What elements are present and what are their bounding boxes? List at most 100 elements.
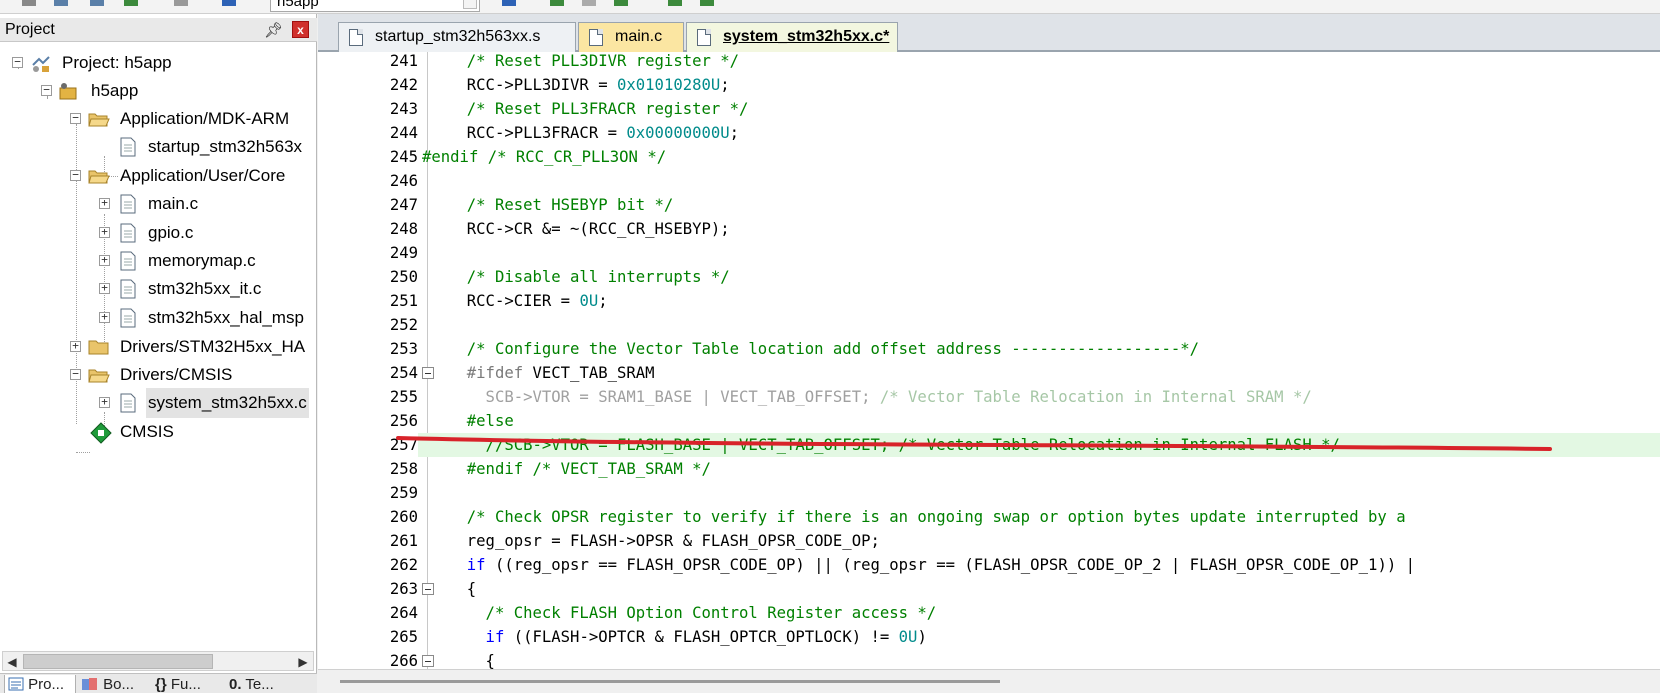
collapse-icon[interactable]: − <box>70 368 81 380</box>
code-line[interactable]: 252 <box>318 313 1660 337</box>
code-line[interactable]: 248 RCC->CR &= ~(RCC_CR_HSEBYP); <box>318 217 1660 241</box>
code-line[interactable]: 246 <box>318 169 1660 193</box>
expand-icon[interactable]: + <box>99 254 110 266</box>
scroll-thumb[interactable] <box>340 680 1000 683</box>
toolbar-icon[interactable] <box>698 0 716 10</box>
collapse-icon[interactable]: − <box>12 56 23 68</box>
toolbar-icon[interactable] <box>612 0 630 10</box>
collapse-icon[interactable]: − <box>70 169 81 181</box>
code-line[interactable]: 251 RCC->CIER = 0U; <box>318 289 1660 313</box>
line-number: 266 <box>389 652 418 669</box>
scroll-thumb[interactable] <box>23 654 213 669</box>
tree-file-main[interactable]: + main.c <box>0 189 317 219</box>
code-line[interactable]: 249 <box>318 241 1660 265</box>
tree-group-drivers-cmsis[interactable]: − Drivers/CMSIS <box>0 360 317 390</box>
toolbar-icon[interactable] <box>548 0 566 10</box>
tree-node-target[interactable]: − h5app <box>0 76 317 106</box>
collapse-icon[interactable]: − <box>41 84 52 96</box>
expand-icon[interactable]: + <box>99 197 110 209</box>
file-icon <box>589 29 603 46</box>
line-number: 247 <box>389 196 418 214</box>
tree-component-cmsis[interactable]: CMSIS <box>0 417 317 447</box>
tree-file-it[interactable]: + stm32h5xx_it.c <box>0 274 317 304</box>
tree-file-startup[interactable]: startup_stm32h563x <box>0 132 317 162</box>
code-line[interactable]: 245 #endif /* RCC_CR_PLL3ON */ <box>318 145 1660 169</box>
tree-file-system[interactable]: + system_stm32h5xx.c <box>0 388 317 418</box>
scroll-right-icon[interactable]: ▶ <box>295 654 311 670</box>
code-line[interactable]: 244 RCC->PLL3FRACR = 0x00000000U; <box>318 121 1660 145</box>
fold-toggle-icon[interactable] <box>422 367 434 379</box>
toolbar-icon[interactable] <box>20 0 38 10</box>
toolbar-icon[interactable] <box>666 0 684 10</box>
code-line[interactable]: 255 SCB->VTOR = SRAM1_BASE | VECT_TAB_OF… <box>318 385 1660 409</box>
close-panel-button[interactable]: x <box>292 21 309 38</box>
code-line[interactable]: 250 /* Disable all interrupts */ <box>318 265 1660 289</box>
code-line[interactable]: 253 /* Configure the Vector Table locati… <box>318 337 1660 361</box>
tree-file-hal-msp[interactable]: + stm32h5xx_hal_msp <box>0 303 317 333</box>
code-line[interactable]: 266 { <box>318 649 1660 669</box>
expand-icon[interactable]: + <box>99 226 110 238</box>
code-line[interactable]: 258 #endif /* VECT_TAB_SRAM */ <box>318 457 1660 481</box>
toolbar-icon[interactable] <box>580 0 598 10</box>
scroll-left-icon[interactable]: ◀ <box>4 654 20 670</box>
code-line[interactable]: 260 /* Check OPSR register to verify if … <box>318 505 1660 529</box>
code-text: /* Reset HSEBYP bit */ <box>448 196 674 214</box>
code-line[interactable]: 242 RCC->PLL3DIVR = 0x01010280U; <box>318 73 1660 97</box>
tree-group-drivers-hal[interactable]: + Drivers/STM32H5xx_HA <box>0 332 317 362</box>
tab-system-file[interactable]: system_stm32h5xx.c* <box>686 22 898 52</box>
books-tab-icon <box>82 678 97 690</box>
code-line[interactable]: 247 /* Reset HSEBYP bit */ <box>318 193 1660 217</box>
code-line[interactable]: 256 #else <box>318 409 1660 433</box>
collapse-icon[interactable]: − <box>70 112 81 124</box>
code-line[interactable]: 243 /* Reset PLL3FRACR register */ <box>318 97 1660 121</box>
line-number: 248 <box>389 220 418 238</box>
toolbar-icon[interactable] <box>172 0 190 10</box>
project-hscrollbar[interactable]: ◀ ▶ <box>2 651 314 671</box>
tree-group-user-core[interactable]: − Application/User/Core <box>0 161 317 191</box>
tab-templates[interactable]: 0. Te... <box>226 675 296 693</box>
code-line[interactable]: 262 if ((reg_opsr == FLASH_OPSR_CODE_OP)… <box>318 553 1660 577</box>
code-line[interactable]: 257 //SCB->VTOR = FLASH_BASE | VECT_TAB_… <box>318 433 1660 457</box>
tab-functions[interactable]: {} Fu... <box>152 675 222 693</box>
expand-icon[interactable]: + <box>70 340 81 352</box>
code-line[interactable]: 265 if ((FLASH->OPTCR & FLASH_OPTCR_OPTL… <box>318 625 1660 649</box>
fold-toggle-icon[interactable] <box>422 583 434 595</box>
tree-file-memorymap[interactable]: + memorymap.c <box>0 246 317 276</box>
code-text: RCC->PLL3DIVR = 0x01010280U; <box>448 76 730 94</box>
code-line[interactable]: 261 reg_opsr = FLASH->OPSR & FLASH_OPSR_… <box>318 529 1660 553</box>
target-select[interactable]: h5app <box>270 0 480 12</box>
fold-toggle-icon[interactable] <box>422 655 434 667</box>
editor-hscrollbar[interactable] <box>318 669 1660 693</box>
tab-startup-file[interactable]: startup_stm32h563xx.s <box>338 22 576 52</box>
tab-project[interactable]: Pro... <box>4 675 76 693</box>
expand-icon[interactable]: + <box>99 311 110 323</box>
line-number: 263 <box>389 580 418 598</box>
toolbar-icon[interactable] <box>122 0 140 10</box>
code-line[interactable]: 241 /* Reset PLL3DIVR register */ <box>318 52 1660 73</box>
code-line[interactable]: 254 #ifdef VECT_TAB_SRAM <box>318 361 1660 385</box>
expand-icon[interactable]: + <box>99 396 110 408</box>
toolbar-icon[interactable] <box>220 0 238 10</box>
target-icon <box>58 81 78 101</box>
code-editor[interactable]: 241 /* Reset PLL3DIVR register */242 RCC… <box>318 52 1660 669</box>
expand-icon[interactable]: + <box>99 282 110 294</box>
tree-file-gpio[interactable]: + gpio.c <box>0 218 317 248</box>
tab-main-c[interactable]: main.c <box>578 22 684 52</box>
chevron-down-icon[interactable] <box>463 0 477 9</box>
tab-label: system_stm32h5xx.c* <box>723 28 890 45</box>
pin-icon[interactable]: 📌︎ <box>264 21 283 39</box>
code-line[interactable]: 264 /* Check FLASH Option Control Regist… <box>318 601 1660 625</box>
project-tree: − Project: h5app − h5app − Application/M… <box>0 48 317 648</box>
tree-group-mdk-arm[interactable]: − Application/MDK-ARM <box>0 104 317 134</box>
file-icon <box>119 194 139 214</box>
line-number: 250 <box>389 268 418 286</box>
code-text: RCC->CIER = 0U; <box>448 292 608 310</box>
tab-books[interactable]: Bo... <box>78 675 148 693</box>
code-line[interactable]: 259 <box>318 481 1660 505</box>
toolbar-icon[interactable] <box>88 0 106 10</box>
code-line[interactable]: 263 { <box>318 577 1660 601</box>
tree-node-project[interactable]: − Project: h5app <box>0 48 317 78</box>
toolbar-icon[interactable] <box>500 0 518 10</box>
code-text: #endif /* RCC_CR_PLL3ON */ <box>422 148 667 166</box>
toolbar-icon[interactable] <box>52 0 70 10</box>
